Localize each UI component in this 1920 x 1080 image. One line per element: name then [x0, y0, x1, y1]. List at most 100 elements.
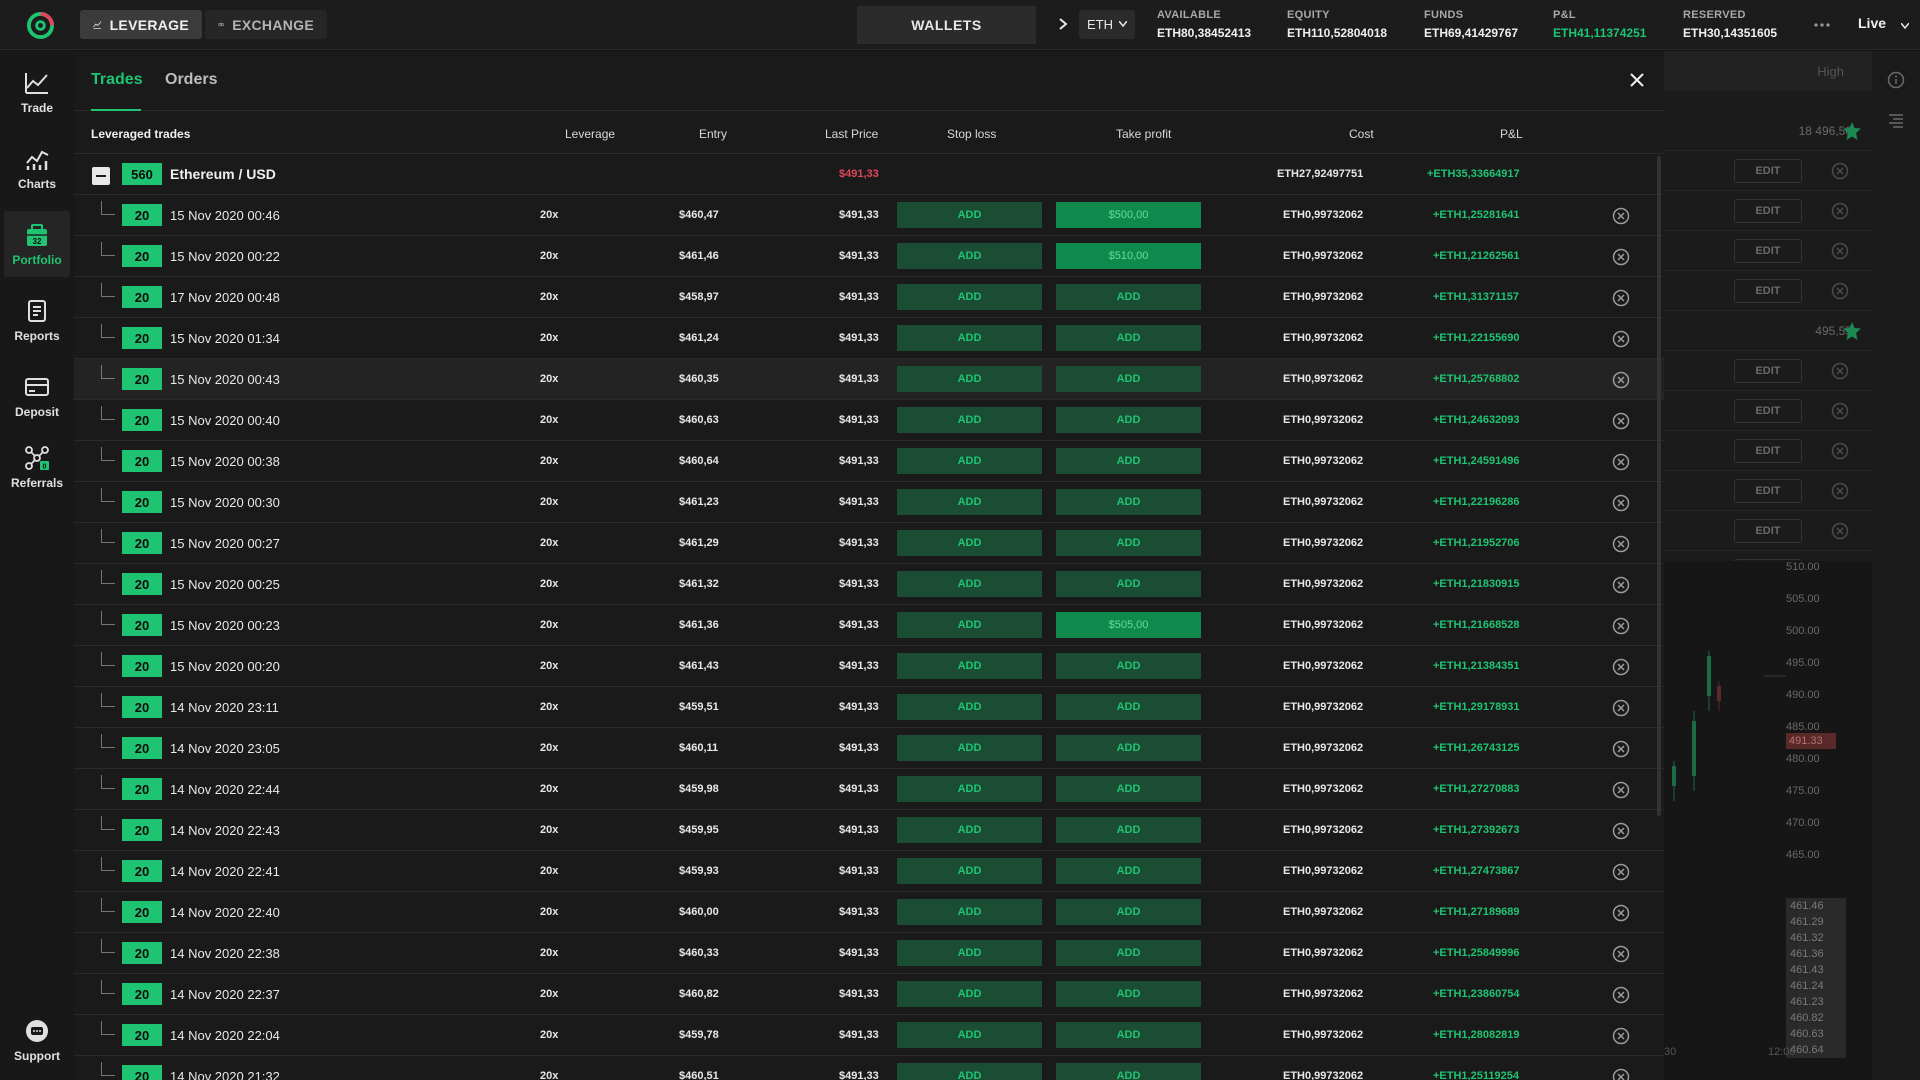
cancel-order-icon[interactable] — [1831, 482, 1849, 500]
take-profit-button[interactable]: ADD — [1056, 366, 1201, 392]
sidebar-item-portfolio[interactable]: 32 Portfolio — [4, 211, 70, 277]
close-trade-icon[interactable] — [1612, 453, 1630, 471]
cancel-order-icon[interactable] — [1831, 162, 1849, 180]
edit-order-button[interactable]: EDIT — [1734, 399, 1802, 423]
table-row[interactable]: 20 14 Nov 2020 22:37 20x $460,82 $491,33 ADD A… — [74, 974, 1664, 1015]
star-icon[interactable] — [1842, 321, 1862, 341]
stop-loss-button[interactable]: ADD — [897, 366, 1042, 392]
currency-select[interactable]: ETH — [1079, 10, 1135, 39]
take-profit-button[interactable]: ADD — [1056, 1022, 1201, 1048]
table-row[interactable]: 20 14 Nov 2020 22:04 20x $459,78 $491,33 ADD A… — [74, 1015, 1664, 1056]
table-row[interactable]: 20 15 Nov 2020 00:30 20x $461,23 $491,33 ADD A… — [74, 482, 1664, 523]
leverage-mode-button[interactable]: LEVERAGE — [80, 10, 202, 39]
table-row[interactable]: 20 15 Nov 2020 00:40 20x $460,63 $491,33 ADD A… — [74, 400, 1664, 441]
cancel-order-icon[interactable] — [1831, 202, 1849, 220]
sidebar-item-trade[interactable]: Trade — [4, 59, 70, 125]
stop-loss-button[interactable]: ADD — [897, 1022, 1042, 1048]
edit-order-button[interactable]: EDIT — [1734, 159, 1802, 183]
take-profit-button[interactable]: ADD — [1056, 653, 1201, 679]
take-profit-button[interactable]: ADD — [1056, 694, 1201, 720]
table-row[interactable]: 20 17 Nov 2020 00:48 20x $458,97 $491,33 ADD A… — [74, 277, 1664, 318]
close-trade-icon[interactable] — [1612, 330, 1630, 348]
take-profit-button[interactable]: ADD — [1056, 1063, 1201, 1080]
take-profit-button[interactable]: ADD — [1056, 489, 1201, 515]
take-profit-button[interactable]: ADD — [1056, 448, 1201, 474]
sidebar-item-referrals[interactable]: 0 Referrals — [4, 434, 70, 500]
close-trade-icon[interactable] — [1612, 740, 1630, 758]
table-row[interactable]: 20 14 Nov 2020 22:44 20x $459,98 $491,33 ADD A… — [74, 769, 1664, 810]
table-row[interactable]: 20 15 Nov 2020 01:34 20x $461,24 $491,33 ADD A… — [74, 318, 1664, 359]
take-profit-button[interactable]: ADD — [1056, 981, 1201, 1007]
stop-loss-button[interactable]: ADD — [897, 530, 1042, 556]
stop-loss-button[interactable]: ADD — [897, 653, 1042, 679]
close-trade-icon[interactable] — [1612, 781, 1630, 799]
stop-loss-button[interactable]: ADD — [897, 571, 1042, 597]
close-trade-icon[interactable] — [1612, 371, 1630, 389]
wallets-button[interactable]: WALLETS — [857, 6, 1036, 44]
column-header-cost[interactable]: Cost — [1349, 127, 1374, 141]
exchange-mode-button[interactable]: EXCHANGE — [205, 10, 327, 39]
table-row[interactable]: 20 15 Nov 2020 00:46 20x $460,47 $491,33 ADD $… — [74, 195, 1664, 236]
stop-loss-button[interactable]: ADD — [897, 940, 1042, 966]
sidebar-item-deposit[interactable]: Deposit — [4, 363, 70, 429]
edit-order-button[interactable]: EDIT — [1734, 279, 1802, 303]
column-header-take-profit[interactable]: Take profit — [1116, 127, 1171, 141]
take-profit-button[interactable]: ADD — [1056, 858, 1201, 884]
close-trade-icon[interactable] — [1612, 1068, 1630, 1080]
close-trade-icon[interactable] — [1612, 289, 1630, 307]
stop-loss-button[interactable]: ADD — [897, 489, 1042, 515]
close-trade-icon[interactable] — [1612, 576, 1630, 594]
close-trade-icon[interactable] — [1612, 904, 1630, 922]
close-trade-icon[interactable] — [1612, 699, 1630, 717]
stop-loss-button[interactable]: ADD — [897, 1063, 1042, 1080]
stop-loss-button[interactable]: ADD — [897, 612, 1042, 638]
edit-order-button[interactable]: EDIT — [1734, 439, 1802, 463]
column-header-leverage[interactable]: Leverage — [565, 127, 615, 141]
edit-order-button[interactable]: EDIT — [1734, 239, 1802, 263]
live-mode-button[interactable]: Live — [1858, 15, 1909, 31]
table-row[interactable]: 20 15 Nov 2020 00:27 20x $461,29 $491,33 ADD A… — [74, 523, 1664, 564]
tab-orders[interactable]: Orders — [165, 71, 217, 89]
column-header-last-price[interactable]: Last Price — [825, 127, 878, 141]
cancel-order-icon[interactable] — [1831, 402, 1849, 420]
take-profit-button[interactable]: $505,00 — [1056, 612, 1201, 638]
cancel-order-icon[interactable] — [1831, 242, 1849, 260]
column-header-stop-loss[interactable]: Stop loss — [947, 127, 996, 141]
sidebar-item-support[interactable]: Support — [4, 1007, 70, 1073]
take-profit-button[interactable]: ADD — [1056, 284, 1201, 310]
brand-logo-icon[interactable] — [27, 12, 54, 39]
cancel-order-icon[interactable] — [1831, 442, 1849, 460]
close-icon[interactable] — [1628, 71, 1646, 89]
sidebar-item-reports[interactable]: Reports — [4, 287, 70, 353]
stop-loss-button[interactable]: ADD — [897, 817, 1042, 843]
edit-order-button[interactable]: EDIT — [1734, 519, 1802, 543]
close-trade-icon[interactable] — [1612, 863, 1630, 881]
info-icon[interactable] — [1887, 71, 1905, 89]
take-profit-button[interactable]: $510,00 — [1056, 243, 1201, 269]
column-header-entry[interactable]: Entry — [699, 127, 727, 141]
take-profit-button[interactable]: ADD — [1056, 325, 1201, 351]
take-profit-button[interactable]: ADD — [1056, 899, 1201, 925]
table-row[interactable]: 20 14 Nov 2020 21:32 20x $460,51 $491,33 ADD A… — [74, 1056, 1664, 1080]
stop-loss-button[interactable]: ADD — [897, 284, 1042, 310]
table-row[interactable]: 20 15 Nov 2020 00:43 20x $460,35 $491,33 ADD A… — [74, 359, 1664, 400]
cancel-order-icon[interactable] — [1831, 522, 1849, 540]
cancel-order-icon[interactable] — [1831, 282, 1849, 300]
stop-loss-button[interactable]: ADD — [897, 899, 1042, 925]
close-trade-icon[interactable] — [1612, 945, 1630, 963]
table-row[interactable]: 20 14 Nov 2020 22:38 20x $460,33 $491,33 ADD A… — [74, 933, 1664, 974]
stop-loss-button[interactable]: ADD — [897, 694, 1042, 720]
close-trade-icon[interactable] — [1612, 207, 1630, 225]
table-row[interactable]: 20 15 Nov 2020 00:20 20x $461,43 $491,33 ADD A… — [74, 646, 1664, 687]
table-row[interactable]: 20 14 Nov 2020 23:11 20x $459,51 $491,33 ADD A… — [74, 687, 1664, 728]
star-icon[interactable] — [1842, 121, 1862, 141]
close-trade-icon[interactable] — [1612, 494, 1630, 512]
table-row[interactable]: 20 14 Nov 2020 22:40 20x $460,00 $491,33 ADD A… — [74, 892, 1664, 933]
tab-trades[interactable]: Trades — [91, 71, 143, 89]
take-profit-button[interactable]: ADD — [1056, 530, 1201, 556]
take-profit-button[interactable]: ADD — [1056, 407, 1201, 433]
table-row[interactable]: 20 15 Nov 2020 00:23 20x $461,36 $491,33 ADD $… — [74, 605, 1664, 646]
stop-loss-button[interactable]: ADD — [897, 407, 1042, 433]
take-profit-button[interactable]: ADD — [1056, 776, 1201, 802]
stop-loss-button[interactable]: ADD — [897, 448, 1042, 474]
